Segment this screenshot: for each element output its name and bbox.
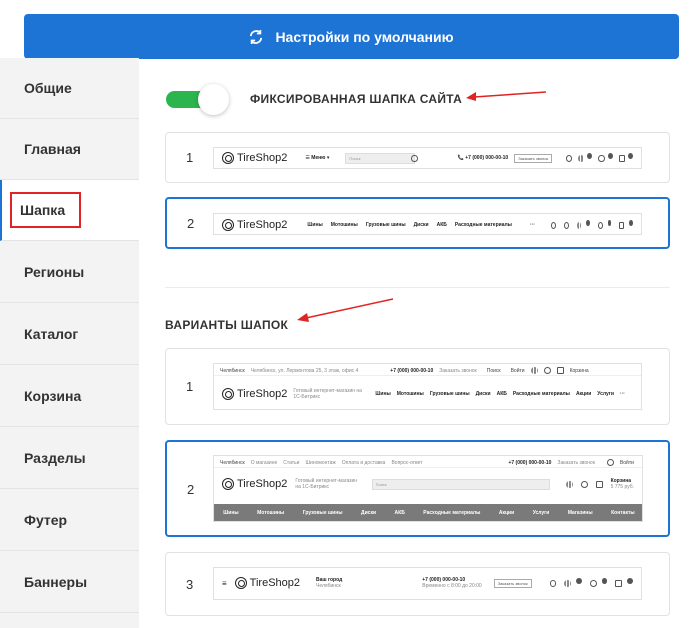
header-preview: Челябинск Челябинск, ул. Лермонтова 25, … [213, 363, 642, 410]
heart-icon [598, 154, 605, 162]
cart-icon [619, 221, 625, 229]
logo-icon [222, 219, 234, 231]
login-link: Войти [510, 367, 525, 374]
compare-icon [578, 154, 585, 162]
search-input: Поиск [345, 152, 416, 164]
refresh-icon [250, 29, 263, 44]
logo: TireShop2 [222, 388, 287, 400]
callback-button: Заказать звонок [493, 578, 532, 588]
sidebar-item-header[interactable]: Шапка [0, 180, 139, 241]
variants-title: ВАРИАНТЫ ШАПОК [165, 318, 289, 332]
more-icon: ··· [529, 222, 535, 228]
header-preview: TireShop2 Шины Мотошины Грузовые шины Ди… [213, 213, 642, 235]
compare-icon [576, 221, 582, 229]
sidebar-item-sections[interactable]: Разделы [0, 428, 139, 489]
search-input: Поиск [371, 478, 550, 490]
sidebar-item-cart[interactable]: Корзина [0, 366, 139, 427]
burger-icon: ≡ [222, 578, 227, 588]
search-link: Поиск [486, 367, 501, 374]
user-icon [606, 459, 614, 466]
header-preview: ≡ TireShop2 Ваш город Челябинск +7 (000)… [213, 567, 642, 600]
settings-sidebar: Общие Главная Шапка Регионы Каталог Корз… [0, 58, 139, 628]
default-settings-label: Настройки по умолчанию [275, 28, 454, 45]
sidebar-item-catalog[interactable]: Каталог [0, 304, 139, 365]
slogan: Готовый интернет-магазин на 1С-Битрикс [293, 388, 362, 400]
header-variant-1[interactable]: 1 Челябинск Челябинск, ул. Лермонтова 25… [165, 348, 670, 425]
sidebar-item-footer[interactable]: Футер [0, 490, 139, 551]
compare-icon [564, 579, 572, 587]
phone: 📞 +7 (000) 000-00-10 [457, 155, 509, 161]
address: Челябинск, ул. Лермонтова 25, 3 этаж, оф… [250, 367, 359, 374]
annotation-arrow [297, 298, 394, 322]
logo: TireShop2 [222, 478, 287, 490]
option-number: 1 [186, 150, 194, 165]
heart-icon [597, 221, 603, 229]
city: Челябинск [220, 367, 245, 374]
sidebar-item-main[interactable]: Главная [0, 119, 139, 180]
header-variant-2[interactable]: 2 Челябинск О магазине Статьи Шиномонтаж… [165, 440, 670, 537]
header-variant-3[interactable]: 3 ≡ TireShop2 Ваш город Челябинск +7 (00… [165, 552, 670, 616]
fixed-header-title: ФИКСИРОВАННАЯ ШАПКА САЙТА [250, 92, 463, 106]
compare-badge [587, 152, 593, 159]
logo: TireShop2 [222, 152, 287, 164]
sidebar-item-general[interactable]: Общие [0, 58, 139, 119]
header-preview: Челябинск О магазине Статьи Шиномонтаж О… [213, 455, 643, 522]
cart-icon [556, 367, 564, 374]
cart-badge [627, 152, 633, 159]
sidebar-item-banners[interactable]: Баннеры [0, 552, 139, 613]
heart-icon [543, 367, 551, 374]
sidebar-item-regions[interactable]: Регионы [0, 242, 139, 303]
fixed-header-option-1[interactable]: 1 TireShop2 ☰ Меню ▾ Поиск 📞 +7 (000) 00… [165, 132, 670, 183]
fixed-header-option-2[interactable]: 2 TireShop2 Шины Мотошины Грузовые шины … [165, 197, 670, 249]
fav-badge [607, 152, 613, 159]
cart-icon [615, 579, 623, 587]
option-number: 2 [187, 482, 195, 497]
heart-icon [589, 579, 597, 587]
menu-label: ☰ Меню ▾ [305, 155, 330, 161]
user-icon [549, 579, 557, 587]
section-divider [165, 287, 670, 288]
search-icon [411, 154, 418, 162]
option-number: 3 [186, 577, 194, 592]
highlight-box: Шапка [10, 192, 82, 228]
default-settings-button[interactable]: Настройки по умолчанию [24, 14, 679, 59]
nav-bar: Шины Мотошины Грузовые шины Диски АКБ Ра… [214, 504, 642, 521]
user-icon [563, 221, 569, 229]
search-icon [550, 221, 556, 229]
compare-icon [530, 367, 538, 374]
header-preview: TireShop2 ☰ Меню ▾ Поиск 📞 +7 (000) 000-… [213, 147, 642, 169]
more-icon: ··· [619, 391, 625, 397]
option-number: 2 [187, 216, 195, 231]
option-number: 1 [186, 379, 194, 394]
callback-button: Заказать звонок [514, 153, 553, 163]
logo-icon [222, 152, 234, 164]
cart-icon [618, 154, 625, 162]
annotation-arrow [466, 91, 547, 101]
user-icon [566, 154, 573, 162]
logo: TireShop2 [234, 577, 300, 589]
fixed-header-toggle[interactable] [166, 84, 230, 115]
logo: TireShop2 [222, 219, 287, 231]
